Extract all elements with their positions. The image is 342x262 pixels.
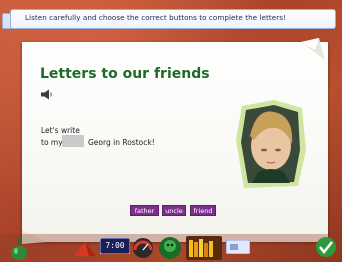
potion-bottle-icon[interactable] (10, 238, 28, 260)
green-character-icon[interactable] (158, 236, 182, 260)
answer-blank[interactable] (62, 135, 84, 147)
choice-button-friend[interactable]: friend (190, 205, 216, 216)
speaker-icon[interactable] (41, 89, 53, 100)
paper-curl-corner (301, 38, 325, 60)
letter-line-2-end: Georg in Rostock! (88, 138, 155, 147)
clock-readout: 7:00 (105, 241, 125, 250)
red-cap-icon[interactable] (72, 240, 98, 258)
instruction-bar: Listen carefully and choose the correct … (10, 9, 336, 29)
choice-button-father[interactable]: father (130, 205, 159, 216)
bookshelf-icon[interactable] (186, 236, 222, 260)
instruction-text: Listen carefully and choose the correct … (25, 13, 286, 22)
dial-gauge-icon[interactable] (132, 237, 154, 259)
letter-line-1: Let's write (41, 126, 80, 135)
boy-photo (236, 100, 306, 188)
letter-line-2-start: to my (41, 138, 63, 147)
card-icon[interactable] (226, 240, 250, 254)
choice-button-uncle[interactable]: uncle (162, 205, 186, 216)
check-icon[interactable] (314, 236, 338, 258)
activity-title: Letters to our friends (40, 66, 210, 82)
